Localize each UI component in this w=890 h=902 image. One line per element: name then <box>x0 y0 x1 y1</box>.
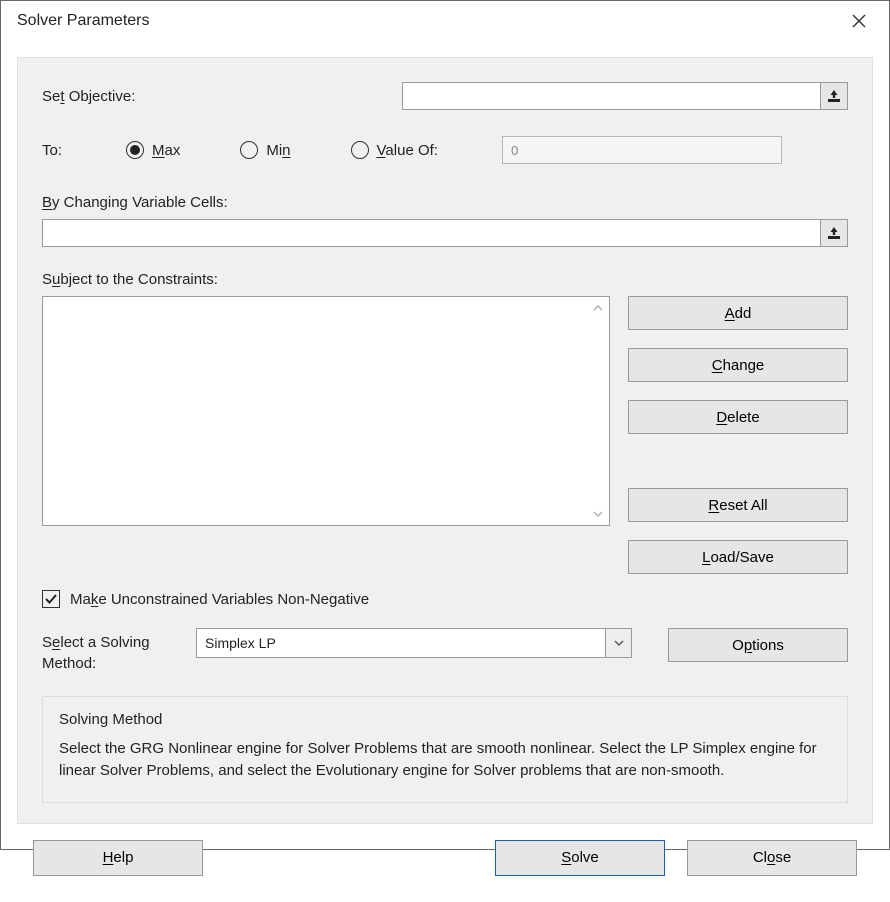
chevron-down-icon <box>605 629 631 657</box>
change-button[interactable]: Change <box>628 348 848 382</box>
constraints-label: Subject to the Constraints: <box>42 271 848 288</box>
variable-cells-ref-button[interactable] <box>820 219 848 247</box>
scroll-down-icon[interactable] <box>589 505 607 523</box>
close-footer-button[interactable]: Close <box>687 840 857 876</box>
help-button[interactable]: Help <box>33 840 203 876</box>
solver-parameters-dialog: Solver Parameters Set Objective: <box>0 0 890 850</box>
close-button[interactable] <box>841 7 877 35</box>
delete-button[interactable]: Delete <box>628 400 848 434</box>
valueof-input[interactable] <box>502 136 782 164</box>
variable-cells-input[interactable] <box>42 219 821 247</box>
method-select-value: Simplex LP <box>205 635 276 651</box>
radio-min[interactable] <box>240 141 258 159</box>
collapse-dialog-icon <box>827 89 841 103</box>
collapse-dialog-icon <box>827 226 841 240</box>
dialog-body: Set Objective: To: Max <box>1 41 889 902</box>
to-label: To: <box>42 142 122 159</box>
variable-cells-label: By Changing Variable Cells: <box>42 194 848 211</box>
reset-all-button[interactable]: Reset All <box>628 488 848 522</box>
radio-valueof-label[interactable]: Value Of: <box>377 142 438 159</box>
solve-button[interactable]: Solve <box>495 840 665 876</box>
check-icon <box>44 592 58 606</box>
radio-valueof-group[interactable]: Value Of: <box>351 141 438 159</box>
set-objective-label: Set Objective: <box>42 88 392 105</box>
main-panel: Set Objective: To: Max <box>17 57 873 824</box>
desc-text: Select the GRG Nonlinear engine for Solv… <box>59 738 831 782</box>
radio-valueof[interactable] <box>351 141 369 159</box>
options-button[interactable]: Options <box>668 628 848 662</box>
radio-min-label[interactable]: Min <box>266 142 290 159</box>
radio-min-group[interactable]: Min <box>240 141 346 159</box>
constraints-row: Subject to the Constraints: Add Change <box>42 271 848 574</box>
variable-cells-row: By Changing Variable Cells: <box>42 194 848 247</box>
to-row: To: Max Min Value Of: <box>42 136 848 164</box>
objective-input-wrap <box>402 82 848 110</box>
constraints-listbox[interactable] <box>42 296 610 526</box>
set-objective-row: Set Objective: <box>42 82 848 110</box>
radio-max-label[interactable]: Max <box>152 142 180 159</box>
method-select-wrap: Simplex LP <box>196 628 632 658</box>
objective-ref-button[interactable] <box>820 82 848 110</box>
titlebar: Solver Parameters <box>1 1 889 41</box>
dialog-footer: Help Solve Close <box>17 840 873 892</box>
close-icon <box>852 14 866 28</box>
objective-input[interactable] <box>402 82 821 110</box>
load-save-button[interactable]: Load/Save <box>628 540 848 574</box>
solving-method-description: Solving Method Select the GRG Nonlinear … <box>42 696 848 803</box>
add-button[interactable]: Add <box>628 296 848 330</box>
radio-max[interactable] <box>126 141 144 159</box>
method-row: Select a Solving Method: Simplex LP Opti… <box>42 628 848 674</box>
method-select[interactable]: Simplex LP <box>196 628 632 658</box>
scroll-up-icon[interactable] <box>589 299 607 317</box>
dialog-title: Solver Parameters <box>17 12 150 30</box>
nonneg-label[interactable]: Make Unconstrained Variables Non-Negativ… <box>70 591 369 608</box>
constraints-body: Add Change Delete Reset All Load/Save <box>42 296 848 574</box>
variable-cells-input-wrap <box>42 219 848 247</box>
nonneg-row[interactable]: Make Unconstrained Variables Non-Negativ… <box>42 590 848 608</box>
radio-max-group[interactable]: Max <box>126 141 236 159</box>
method-label: Select a Solving Method: <box>42 628 182 674</box>
constraints-buttons: Add Change Delete Reset All Load/Save <box>628 296 848 574</box>
desc-title: Solving Method <box>59 711 831 728</box>
nonneg-checkbox[interactable] <box>42 590 60 608</box>
footer-right: Solve Close <box>495 840 857 876</box>
